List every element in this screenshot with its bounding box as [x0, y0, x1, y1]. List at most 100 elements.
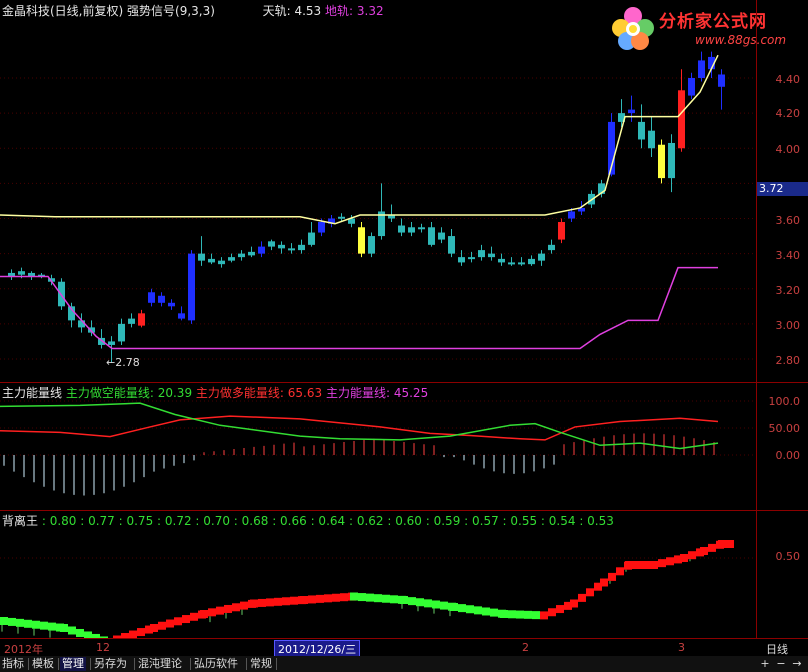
divergence-block [137, 628, 145, 637]
divergence-block [548, 608, 556, 617]
energy-panel[interactable]: 主力能量线 主力做空能量线: 20.39 主力做多能量线: 65.63 主力能量… [0, 382, 808, 510]
candle-body [528, 258, 535, 265]
divergence-block [570, 599, 578, 608]
divergence-block [68, 626, 76, 635]
divergence-panel[interactable]: 背离王 : 0.80 : 0.77 : 0.75 : 0.72 : 0.70 :… [0, 510, 808, 638]
divergence-block [308, 595, 316, 604]
tab-chaos-theory[interactable]: 混沌理论 [136, 657, 184, 671]
divergence-block [482, 607, 490, 616]
indicator-name: 强势信号(9,3,3) [127, 4, 215, 18]
zoom-out-button[interactable]: − [774, 657, 788, 671]
candle-body [248, 251, 255, 256]
candle-body [318, 222, 325, 233]
divergence-block [608, 572, 616, 581]
divergence-block [474, 606, 482, 615]
tab-normal[interactable]: 常规 [248, 657, 274, 671]
tab-separator [134, 658, 135, 670]
energy-title: 主力能量线 主力做空能量线: 20.39 主力做多能量线: 65.63 主力能量… [2, 384, 428, 401]
price-tick: 3.60 [775, 214, 801, 227]
upper-band-value: 4.53 [294, 4, 322, 18]
candle-body [298, 244, 305, 251]
candle-body [128, 318, 135, 324]
long-energy-label: 主力做多能量线: [195, 386, 284, 400]
date-label-year: 2012年 [4, 643, 43, 656]
energy-name: 主力能量线 [2, 386, 63, 400]
candle-body [368, 236, 375, 254]
candle-body [148, 292, 155, 303]
divergence-block [232, 603, 240, 612]
divergence-block [458, 604, 466, 613]
divergence-block [216, 606, 224, 615]
date-label-mar: 3 [678, 641, 685, 654]
candle-body [408, 227, 415, 233]
divergence-chart[interactable] [0, 510, 756, 638]
divergence-title: 背离王 : 0.80 : 0.77 : 0.75 : 0.72 : 0.70 :… [2, 512, 614, 529]
candle-body [438, 232, 445, 240]
divergence-block [450, 603, 458, 611]
energy-chart[interactable] [0, 382, 756, 510]
candle-body [198, 253, 205, 261]
candle-body [108, 341, 115, 345]
candle-body [188, 253, 195, 321]
divergence-block [258, 598, 266, 607]
candle-body [428, 227, 435, 245]
price-panel[interactable]: 金晶科技(日线,前复权) 强势信号(9,3,3) 天轨: 4.53 地轨: 3.… [0, 0, 808, 382]
divergence-block [158, 621, 166, 630]
divergence-block [688, 551, 696, 560]
candle-body [398, 225, 405, 233]
divergence-block [48, 622, 56, 631]
short-energy-label: 主力做空能量线: [65, 386, 154, 400]
divergence-block [650, 561, 658, 569]
tab-hongli-software[interactable]: 弘历软件 [192, 657, 240, 671]
candle-body [288, 248, 295, 251]
divergence-block [200, 610, 208, 618]
tab-indicator[interactable]: 指标 [0, 657, 26, 671]
tab-save-as[interactable]: 另存为 [92, 657, 129, 671]
date-label-feb: 2 [522, 641, 529, 654]
divergence-block [508, 610, 516, 619]
divergence-block [718, 540, 726, 548]
divergence-block [224, 604, 232, 613]
divergence-block [600, 578, 608, 587]
candle-body [338, 216, 345, 219]
divergence-block [129, 630, 137, 638]
price-tick: 4.00 [775, 143, 801, 156]
candle-body [478, 250, 485, 258]
price-tick: 4.20 [775, 107, 801, 120]
date-axis[interactable]: 2012年 12 2012/12/26/三 2 3 日线 [0, 638, 808, 658]
divergence-block [40, 621, 48, 630]
tab-manage[interactable]: 管理 [60, 657, 86, 671]
divergence-block [208, 608, 216, 617]
short-energy-value: 20.39 [157, 386, 193, 400]
divergence-block [374, 594, 382, 603]
divergence-block [166, 619, 174, 628]
divergence-block [432, 600, 440, 609]
zoom-in-button[interactable]: + [758, 657, 772, 671]
candle-body [218, 260, 225, 265]
tab-template[interactable]: 模板 [30, 657, 56, 671]
main-title: 金晶科技(日线,前复权) 强势信号(9,3,3) 天轨: 4.53 地轨: 3.… [2, 2, 384, 19]
candle-body [458, 257, 465, 263]
divergence-tick: 0.50 [775, 550, 801, 563]
divergence-block [700, 547, 708, 555]
divergence-name: 背离王 [2, 514, 39, 528]
period-label[interactable]: 日线 [766, 641, 788, 657]
candle-body [658, 144, 665, 179]
divergence-block [250, 599, 258, 608]
energy-tick: 100.0 [768, 395, 801, 408]
divergence-block [466, 605, 474, 614]
divergence-block [726, 540, 734, 548]
divergence-block [524, 610, 532, 619]
candle-body [468, 257, 475, 260]
candle-body [628, 109, 635, 114]
divergence-block [32, 620, 40, 629]
scroll-right-button[interactable]: → [790, 657, 804, 671]
candle-body [228, 257, 235, 261]
energy-line-label: 主力能量线: [325, 386, 391, 400]
divergence-block [350, 592, 358, 601]
divergence-block [266, 598, 274, 607]
divergence-block [440, 601, 448, 610]
divergence-block [174, 617, 182, 626]
long-energy-value: 65.63 [287, 386, 323, 400]
candlestick-chart[interactable] [0, 0, 756, 382]
